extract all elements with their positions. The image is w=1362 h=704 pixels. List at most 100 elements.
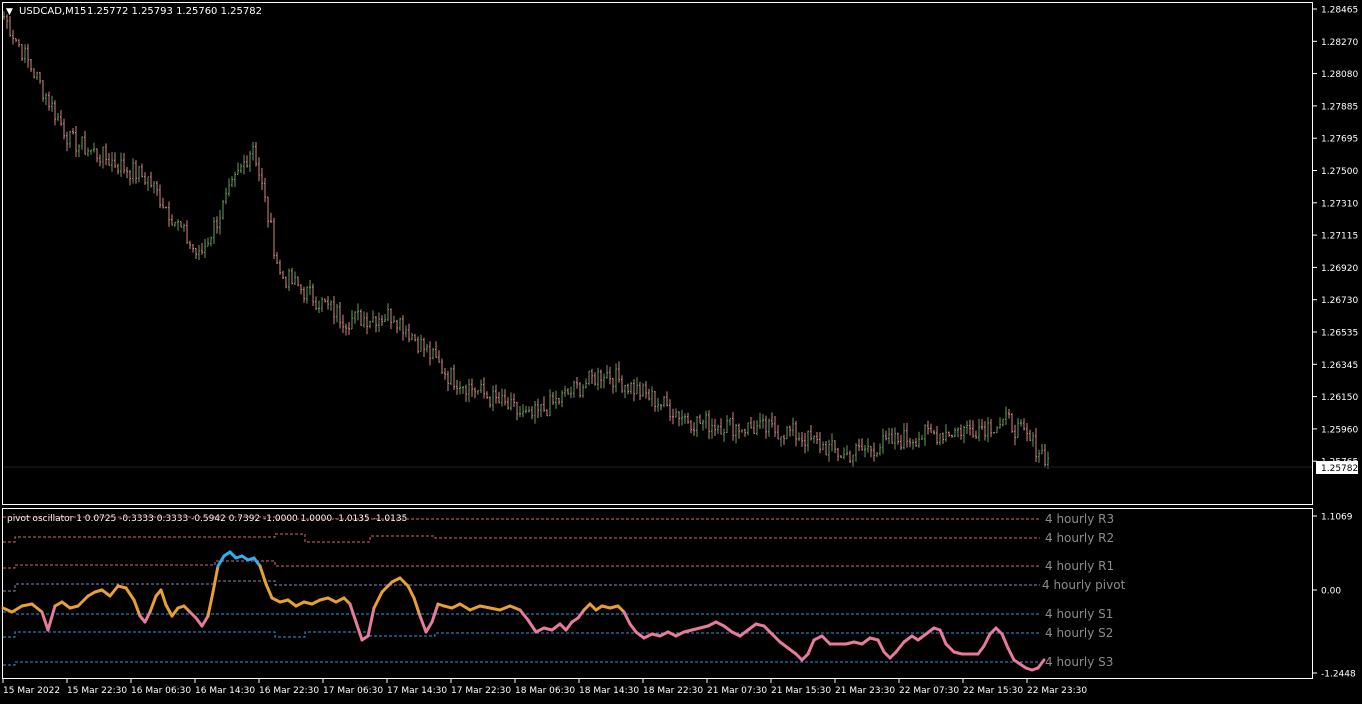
- price-bar: [672, 408, 674, 425]
- price-bar: [1017, 417, 1019, 438]
- price-bar: [264, 177, 266, 203]
- price-tick-label: 1.27885: [1321, 102, 1358, 112]
- price-bar: [762, 414, 764, 429]
- pivot-level-label: 4 hourly R2: [1045, 531, 1114, 545]
- price-bar: [1044, 443, 1046, 468]
- price-bar: [33, 68, 35, 79]
- price-bar: [201, 242, 203, 255]
- price-bar: [915, 438, 917, 447]
- price-bar: [237, 162, 239, 176]
- price-bar: [651, 386, 653, 407]
- price-bar: [813, 435, 815, 444]
- price-bar: [351, 310, 353, 330]
- price-bar: [12, 29, 14, 45]
- price-bar: [240, 163, 242, 174]
- time-tick-label: 15 Mar 2022: [3, 686, 60, 696]
- oscillator-segment: [806, 638, 816, 656]
- price-bar: [786, 426, 788, 440]
- price-bar: [738, 423, 740, 439]
- price-bar: [798, 432, 800, 442]
- price-bar: [606, 365, 608, 379]
- price-bar: [327, 295, 329, 310]
- price-bar: [75, 125, 77, 157]
- price-bar: [597, 367, 599, 391]
- price-bar: [570, 386, 572, 399]
- price-bar: [417, 336, 419, 354]
- oscillator-segment: [458, 602, 472, 612]
- oscillator-segment: [124, 586, 136, 602]
- oscillator-segment: [108, 584, 120, 598]
- price-bar: [702, 419, 704, 431]
- price-bar: [741, 429, 743, 433]
- price-bar: [456, 379, 458, 395]
- price-bar: [828, 439, 830, 462]
- price-bar: [213, 216, 215, 245]
- oscillator-segment: [938, 628, 948, 646]
- price-bar: [717, 424, 719, 434]
- chart-window[interactable]: ▼ USDCAD,M15 1.25772 1.25793 1.25760 1.2…: [0, 0, 1362, 700]
- price-bar: [225, 187, 227, 205]
- price-bar: [39, 71, 41, 84]
- price-bar: [642, 383, 644, 397]
- symbol-header: ▼ USDCAD,M15 1.25772 1.25793 1.25760 1.2…: [6, 6, 262, 17]
- oscillator-segment: [1036, 658, 1046, 670]
- price-bar: [621, 375, 623, 393]
- price-bar: [774, 415, 776, 437]
- price-bar: [897, 432, 899, 445]
- price-tick-label: 1.28465: [1321, 6, 1358, 16]
- price-bar: [777, 424, 779, 440]
- price-bar: [453, 364, 455, 391]
- oscillator-segment: [148, 594, 158, 614]
- price-bar: [675, 408, 677, 418]
- price-bar: [564, 385, 566, 397]
- price-bar: [216, 216, 218, 234]
- pivot-level-label: 4 hourly S2: [1045, 626, 1113, 640]
- price-bar: [975, 430, 977, 440]
- price-bar: [90, 149, 92, 155]
- price-bar: [429, 341, 431, 366]
- price-bar: [735, 423, 737, 444]
- time-tick-label: 17 Mar 22:30: [451, 686, 511, 696]
- price-bar: [372, 310, 374, 323]
- price-bar: [177, 219, 179, 231]
- price-bar: [426, 343, 428, 353]
- price-bar: [132, 158, 134, 184]
- indicator-pane[interactable]: pivot oscillator 1 0.0725 -0.3333 0.3333…: [1, 508, 1313, 679]
- price-bar: [816, 431, 818, 445]
- price-bar: [588, 370, 590, 386]
- price-bar: [558, 397, 560, 405]
- oscillator-segment: [412, 596, 422, 618]
- price-bar: [387, 303, 389, 322]
- time-tick-label: 17 Mar 06:30: [323, 686, 383, 696]
- price-axis[interactable]: 1.28465 1.28270 1.28080 1.27885 1.27695 1.275…: [1313, 6, 1358, 468]
- price-bar: [105, 143, 107, 166]
- price-tick-label: 1.27500: [1321, 167, 1358, 177]
- price-bar: [252, 142, 254, 161]
- price-bar: [1038, 449, 1040, 463]
- price-bar: [495, 384, 497, 404]
- price-pane[interactable]: ▼ USDCAD,M15 1.25772 1.25793 1.25760 1.2…: [2, 2, 1313, 505]
- price-bar: [870, 445, 872, 458]
- price-tick-label: 1.27115: [1321, 232, 1358, 242]
- indicator-axis[interactable]: 1.1069 0.00 -1.2448: [1313, 513, 1356, 680]
- price-bar: [957, 427, 959, 438]
- price-bar: [1011, 413, 1013, 433]
- time-tick-label: 22 Mar 23:30: [1027, 686, 1087, 696]
- oscillator-segment: [20, 602, 34, 608]
- price-bar: [1026, 422, 1028, 442]
- price-bar: [1014, 424, 1016, 446]
- time-axis[interactable]: 15 Mar 2022 15 Mar 22:30 16 Mar 06:30 16 Ma…: [2, 679, 1087, 696]
- price-bar: [102, 146, 104, 169]
- dropdown-arrow-icon[interactable]: ▼: [6, 7, 13, 17]
- price-bar: [690, 420, 692, 434]
- price-bar: [864, 444, 866, 458]
- price-bar: [72, 128, 74, 135]
- price-bar: [969, 419, 971, 436]
- price-bar: [312, 283, 314, 306]
- price-bar: [144, 172, 146, 185]
- price-bar: [654, 391, 656, 412]
- price-bar: [438, 350, 440, 363]
- price-bar: [390, 308, 392, 330]
- oscillator-segment: [468, 604, 482, 612]
- price-bar: [729, 418, 731, 426]
